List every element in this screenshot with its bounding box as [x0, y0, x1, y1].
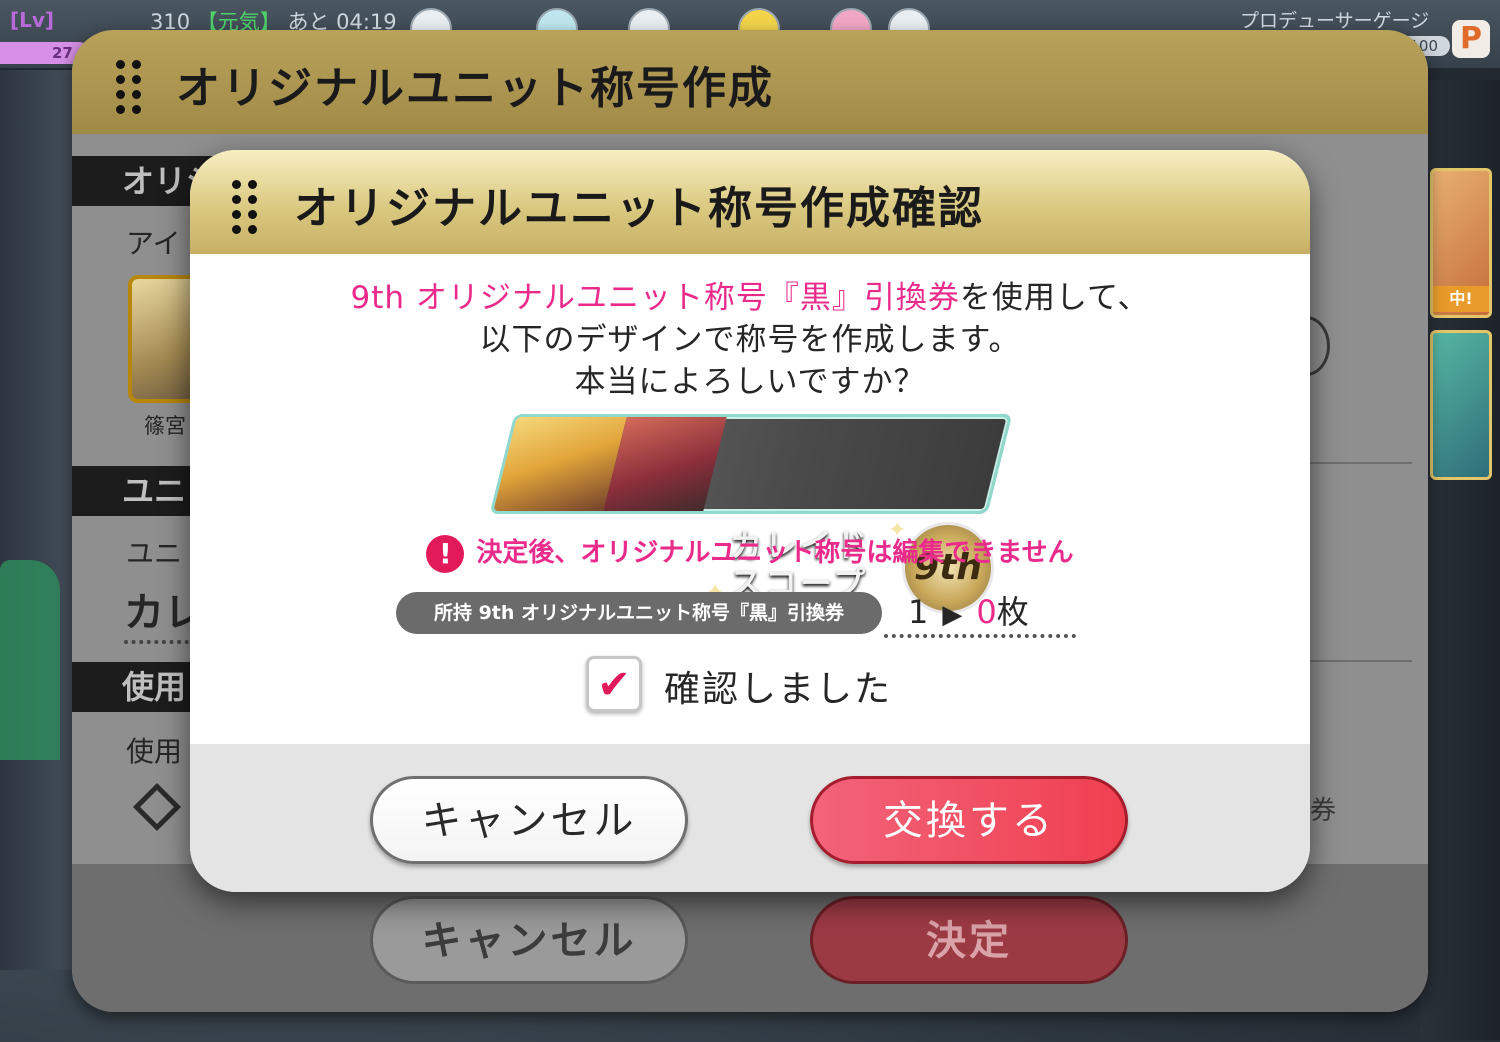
dialog-title: オリジナルユニット称号作成 — [176, 63, 774, 114]
checkmark-icon: ✔ — [597, 662, 631, 708]
drag-handle-icon — [116, 60, 141, 114]
confirm-message-line-3: 本当によろしいですか？ — [574, 364, 926, 400]
use-label: 使用 — [126, 735, 183, 768]
producer-gauge-label: プロデューサーゲージ — [1240, 10, 1430, 32]
card-status-badge: 中! — [1433, 286, 1489, 312]
idol-card-thumbnail[interactable]: 中! — [1430, 168, 1492, 318]
back-cancel-button[interactable]: キャンセル — [370, 896, 688, 984]
unit-label: ユニ — [126, 537, 183, 570]
confirm-checkbox[interactable]: ✔ — [586, 656, 642, 712]
confirm-dialog-header: オリジナルユニット称号作成確認 — [190, 150, 1310, 254]
owned-ticket-label: 所持 9th オリジナルユニット称号『黒』引換券 — [396, 592, 882, 634]
warning-message: ! 決定後、オリジナルユニット称号は編集できません — [190, 532, 1310, 573]
exclamation-icon: ! — [426, 534, 465, 573]
confirm-dialog: オリジナルユニット称号作成確認 9th オリジナルユニット称号『黒』引換券を使用… — [190, 150, 1310, 892]
arrow-right-icon: ▶ — [942, 600, 963, 630]
ticket-unit: 枚 — [996, 593, 1029, 631]
cancel-button[interactable]: キャンセル — [370, 776, 688, 864]
background-right-panel: 中! — [1420, 80, 1500, 1040]
confirm-dialog-footer — [190, 744, 1310, 892]
unit-title-preview-banner — [489, 414, 1013, 514]
idol-label: アイ — [126, 227, 181, 260]
ticket-count: 1 ▶ 0枚 — [884, 586, 1076, 638]
level-label: [Lv] — [10, 8, 55, 32]
decide-button[interactable]: 決定 — [810, 896, 1128, 984]
dialog-header: オリジナルユニット称号作成 — [72, 30, 1428, 134]
ticket-count-after: 0 — [976, 593, 997, 631]
producer-point-icon[interactable]: P — [1452, 20, 1490, 58]
idol-name: 篠宮 — [144, 414, 186, 438]
confirm-dialog-title: オリジナルユニット称号作成確認 — [294, 183, 984, 234]
confirm-message-line-1: 9th オリジナルユニット称号『黒』引換券を使用して、 — [190, 272, 1310, 317]
ticket-count-before: 1 — [908, 593, 929, 631]
ticket-label: 券 — [1310, 796, 1337, 826]
confirm-message-line-2: 以下のデザインで称号を作成します。 — [479, 322, 1021, 358]
divider — [1292, 462, 1412, 464]
confirm-checkbox-label[interactable]: 確認しました — [664, 660, 892, 712]
background-plant — [0, 560, 60, 760]
idol-card-thumbnail[interactable] — [1430, 330, 1492, 480]
confirm-dialog-body: 9th オリジナルユニット称号『黒』引換券を使用して、 以下のデザインで称号を作… — [190, 254, 1310, 744]
drag-handle-icon — [232, 180, 257, 234]
ticket-name-highlight: 9th オリジナルユニット称号『黒』引換券 — [350, 280, 960, 316]
exchange-button[interactable]: 交換する — [810, 776, 1128, 864]
message-text: を使用して、 — [959, 280, 1150, 316]
divider — [1292, 660, 1412, 662]
warning-text: 決定後、オリジナルユニット称号は編集できません — [476, 538, 1074, 568]
